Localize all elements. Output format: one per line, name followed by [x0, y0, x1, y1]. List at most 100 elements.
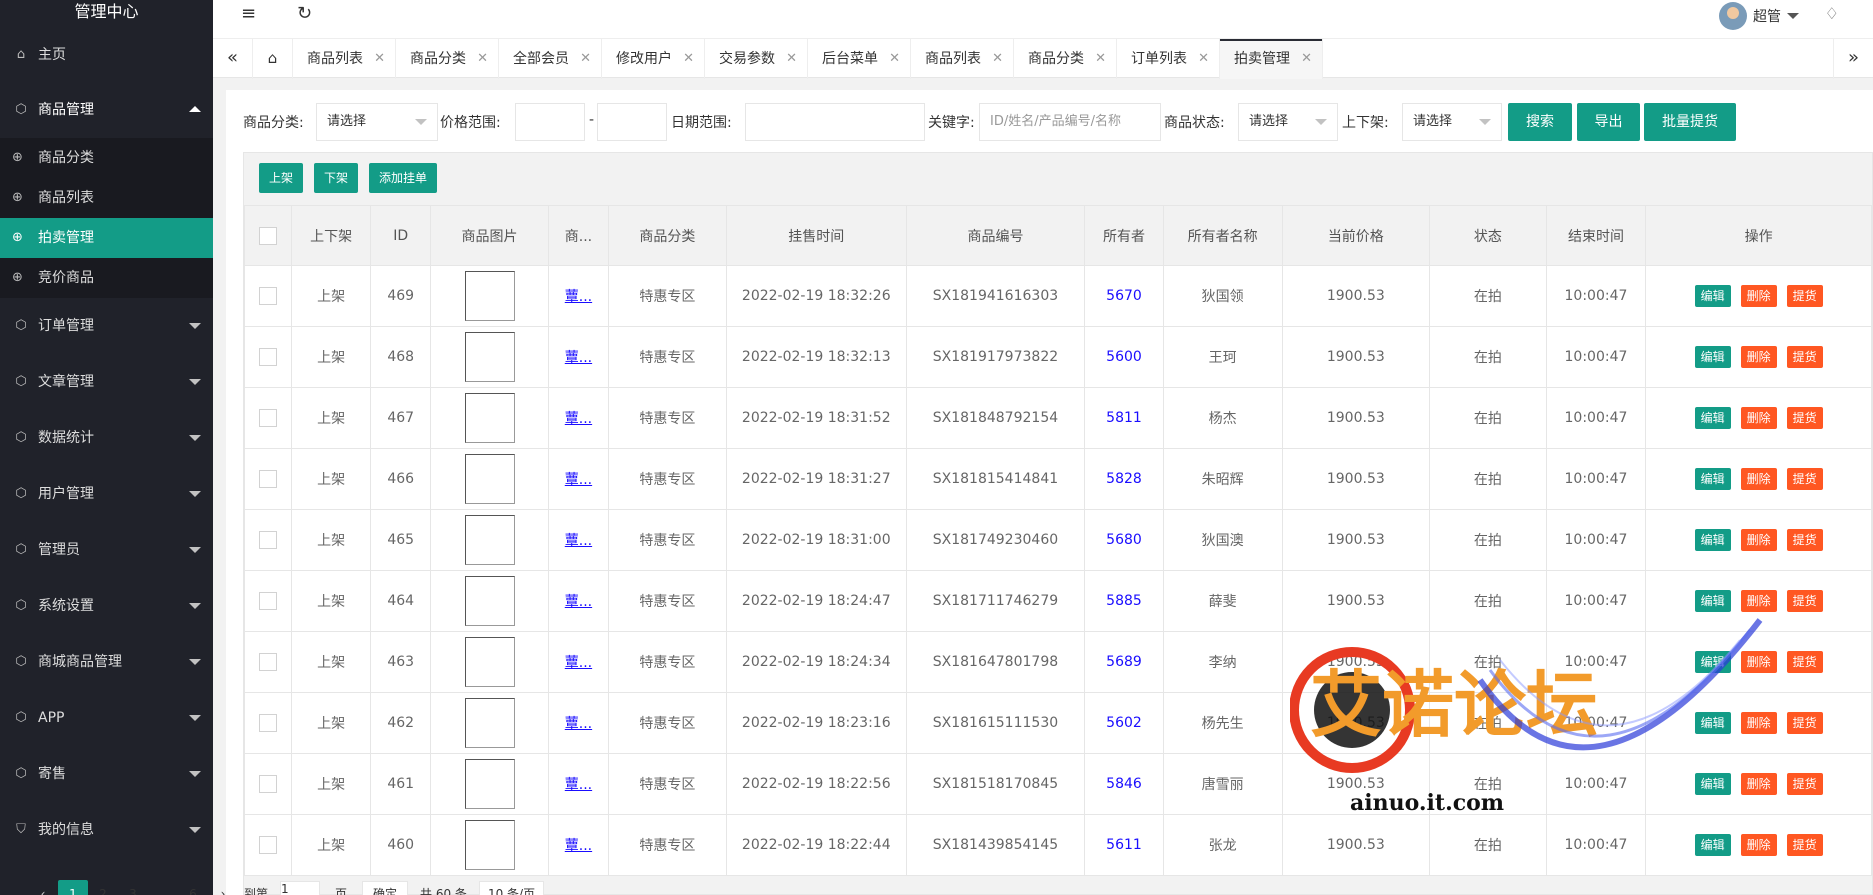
- close-icon[interactable]: ✕: [683, 39, 694, 79]
- cell-owner[interactable]: 5828: [1106, 471, 1142, 487]
- per-page-select[interactable]: 10 条/页: [478, 881, 545, 895]
- delete-button[interactable]: 删除: [1740, 773, 1777, 795]
- tab[interactable]: 商品分类 ✕: [1014, 39, 1117, 79]
- next-page-icon[interactable]: ›: [208, 880, 238, 895]
- cell-owner[interactable]: 5611: [1106, 837, 1142, 853]
- tab[interactable]: 交易参数 ✕: [705, 39, 808, 79]
- cell-owner[interactable]: 5680: [1106, 532, 1142, 548]
- sidebar-subitem[interactable]: ⊕ 拍卖管理: [0, 218, 213, 258]
- search-button[interactable]: 搜索: [1508, 103, 1572, 141]
- batch-pickup-button[interactable]: 批量提货: [1644, 103, 1736, 141]
- edit-button[interactable]: 编辑: [1694, 407, 1731, 429]
- row-checkbox[interactable]: [258, 348, 277, 366]
- select-all-header[interactable]: [244, 205, 292, 266]
- edit-button[interactable]: 编辑: [1694, 468, 1731, 490]
- edit-button[interactable]: 编辑: [1694, 529, 1731, 551]
- delete-button[interactable]: 删除: [1740, 285, 1777, 307]
- row-select-cell[interactable]: [244, 692, 292, 754]
- close-icon[interactable]: ✕: [477, 39, 488, 79]
- row-select-cell[interactable]: [244, 448, 292, 510]
- tab-scroll-left-icon[interactable]: «: [213, 39, 253, 79]
- edit-button[interactable]: 编辑: [1694, 651, 1731, 673]
- pickup-button[interactable]: 提货: [1786, 590, 1823, 612]
- sidebar-subitem[interactable]: ⊕ 竞价商品: [0, 258, 213, 298]
- delete-button[interactable]: 删除: [1740, 468, 1777, 490]
- cell-name[interactable]: 蕈...: [565, 838, 592, 854]
- pickup-button[interactable]: 提货: [1786, 529, 1823, 551]
- tab[interactable]: 商品分类 ✕: [396, 39, 499, 79]
- sidebar-item[interactable]: ⬡ APP: [0, 690, 213, 746]
- close-icon[interactable]: ✕: [786, 39, 797, 79]
- cell-owner[interactable]: 5846: [1106, 776, 1142, 792]
- cell-name[interactable]: 蕈...: [565, 594, 592, 610]
- tab-scroll-right-icon[interactable]: »: [1833, 39, 1873, 79]
- row-checkbox[interactable]: [258, 409, 277, 427]
- select-all-checkbox[interactable]: [258, 226, 277, 245]
- sidebar-item[interactable]: ⬡ 数据统计: [0, 410, 213, 466]
- row-checkbox[interactable]: [258, 714, 277, 732]
- tab[interactable]: 商品列表 ✕: [911, 39, 1014, 79]
- cell-owner[interactable]: 5689: [1106, 654, 1142, 670]
- sidebar-subitem[interactable]: ⊕ 商品分类: [0, 138, 213, 178]
- delete-button[interactable]: 删除: [1740, 712, 1777, 734]
- row-select-cell[interactable]: [244, 387, 292, 449]
- refresh-icon[interactable]: ↻: [297, 3, 312, 24]
- pickup-button[interactable]: 提货: [1786, 285, 1823, 307]
- cell-owner[interactable]: 5885: [1106, 593, 1142, 609]
- shelf-select[interactable]: 请选择: [1402, 103, 1502, 141]
- close-icon[interactable]: ✕: [374, 39, 385, 79]
- row-checkbox[interactable]: [258, 470, 277, 488]
- close-icon[interactable]: ✕: [1095, 39, 1106, 79]
- pickup-button[interactable]: 提货: [1786, 407, 1823, 429]
- close-icon[interactable]: ✕: [1198, 39, 1209, 79]
- row-select-cell[interactable]: [244, 570, 292, 632]
- status-select[interactable]: 请选择: [1238, 103, 1338, 141]
- sidebar-item[interactable]: ⬡ 寄售: [0, 746, 213, 802]
- pickup-button[interactable]: 提货: [1786, 468, 1823, 490]
- close-icon[interactable]: ✕: [992, 39, 1003, 79]
- export-button[interactable]: 导出: [1577, 103, 1640, 141]
- row-select-cell[interactable]: [244, 753, 292, 815]
- price-min-input[interactable]: [515, 103, 585, 141]
- cell-name[interactable]: 蕈...: [565, 777, 592, 793]
- row-checkbox[interactable]: [258, 836, 277, 854]
- goto-input[interactable]: 1: [280, 881, 321, 895]
- page-number[interactable]: 6: [178, 880, 208, 895]
- pickup-button[interactable]: 提货: [1786, 834, 1823, 856]
- sidebar-item[interactable]: ⌂ 主页: [0, 28, 213, 82]
- row-select-cell[interactable]: [244, 631, 292, 693]
- delete-button[interactable]: 删除: [1740, 590, 1777, 612]
- cell-name[interactable]: 蕈...: [565, 350, 592, 366]
- cell-name[interactable]: 蕈...: [565, 716, 592, 732]
- tab[interactable]: 订单列表 ✕: [1117, 39, 1220, 79]
- sidebar-item[interactable]: ⬡ 商城商品管理: [0, 634, 213, 690]
- row-checkbox[interactable]: [258, 653, 277, 671]
- row-checkbox[interactable]: [258, 287, 277, 305]
- edit-button[interactable]: 编辑: [1694, 712, 1731, 734]
- close-icon[interactable]: ✕: [889, 39, 900, 79]
- keyword-input[interactable]: ID/姓名/产品编号/名称: [979, 103, 1161, 141]
- prev-page-icon[interactable]: ‹: [28, 880, 58, 895]
- add-listing-button[interactable]: 添加挂单: [369, 163, 438, 193]
- cell-name[interactable]: 蕈...: [565, 289, 592, 305]
- sidebar-item[interactable]: ⬡ 商品管理: [0, 82, 213, 138]
- row-checkbox[interactable]: [258, 592, 277, 610]
- row-select-cell[interactable]: [244, 265, 292, 327]
- tab[interactable]: 商品列表 ✕: [293, 39, 396, 79]
- page-number[interactable]: 3: [118, 880, 148, 895]
- row-select-cell[interactable]: [244, 326, 292, 388]
- tab[interactable]: 拍卖管理 ✕: [1220, 39, 1323, 79]
- row-checkbox[interactable]: [258, 531, 277, 549]
- edit-button[interactable]: 编辑: [1694, 834, 1731, 856]
- cell-owner[interactable]: 5670: [1106, 288, 1142, 304]
- goto-confirm-button[interactable]: 确定: [362, 881, 409, 895]
- pickup-button[interactable]: 提货: [1786, 773, 1823, 795]
- pickup-button[interactable]: 提货: [1786, 712, 1823, 734]
- pickup-button[interactable]: 提货: [1786, 651, 1823, 673]
- cell-owner[interactable]: 5600: [1106, 349, 1142, 365]
- sidebar-item[interactable]: ⛉ 我的信息: [0, 802, 213, 858]
- tab[interactable]: 全部会员 ✕: [499, 39, 602, 79]
- tab[interactable]: 修改用户 ✕: [602, 39, 705, 79]
- price-max-input[interactable]: [597, 103, 667, 141]
- edit-button[interactable]: 编辑: [1694, 773, 1731, 795]
